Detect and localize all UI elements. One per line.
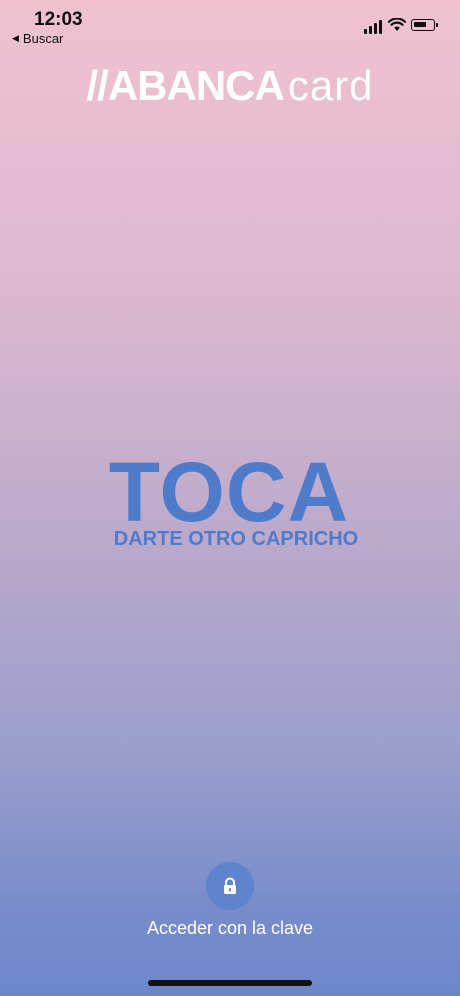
promo-banner: TOCA DARTE OTRO CAPRICHO: [0, 450, 460, 551]
status-time: 12:03: [34, 9, 83, 30]
back-arrow-icon: ◀: [12, 33, 19, 43]
back-label: Buscar: [22, 31, 64, 46]
promo-headline: TOCA: [108, 445, 350, 539]
access-with-password-button[interactable]: [206, 862, 254, 910]
cellular-signal-icon: [364, 20, 382, 34]
promo-tagline: DARTE OTRO CAPRICHO: [113, 528, 359, 550]
access-with-password-label[interactable]: Acceder con la clave: [0, 918, 460, 939]
brand-suffix: card: [287, 62, 374, 109]
brand-logo: //ABANCAcard: [0, 62, 460, 110]
battery-icon: [411, 19, 438, 31]
lock-icon: [224, 877, 236, 894]
status-bar: 12:03 ◀ Buscar: [0, 0, 460, 50]
home-indicator[interactable]: [148, 980, 312, 986]
brand-name: //ABANCA: [86, 62, 284, 109]
back-to-search-link[interactable]: ◀ Buscar: [12, 31, 63, 46]
wifi-icon: [388, 18, 406, 31]
